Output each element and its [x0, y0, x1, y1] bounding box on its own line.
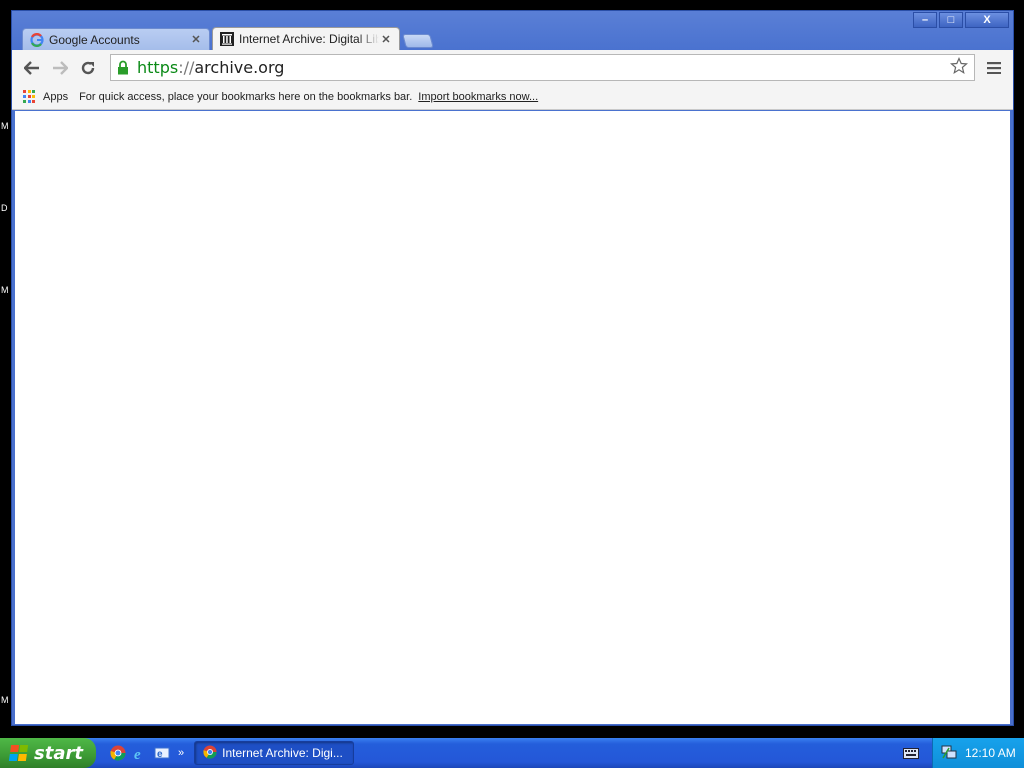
- close-tab-icon[interactable]: ✕: [379, 33, 393, 46]
- maximize-button[interactable]: □: [939, 12, 963, 28]
- google-g-icon: [29, 32, 45, 48]
- taskbar-item-label: Internet Archive: Digi...: [222, 746, 343, 760]
- url-separator: ://: [178, 58, 195, 77]
- close-tab-icon[interactable]: ✕: [189, 33, 203, 46]
- bookmarks-bar: Apps For quick access, place your bookma…: [12, 85, 1013, 110]
- minimize-button[interactable]: –: [913, 12, 937, 28]
- quick-launch: e e »: [110, 745, 184, 761]
- back-arrow-icon[interactable]: [18, 55, 46, 81]
- svg-text:e: e: [157, 749, 163, 760]
- reload-icon[interactable]: [74, 55, 102, 81]
- new-tab-button[interactable]: [402, 34, 434, 48]
- desktop-icon-label: D: [1, 203, 8, 213]
- window-controls: – □ X: [913, 12, 1009, 28]
- star-icon[interactable]: [950, 56, 968, 79]
- tab-internet-archive[interactable]: Internet Archive: Digital Library ✕: [212, 27, 400, 50]
- quick-launch-chevron[interactable]: »: [178, 747, 184, 759]
- archive-columns-icon: [219, 31, 235, 47]
- apps-shortcut[interactable]: Apps: [43, 91, 68, 103]
- lock-icon: [117, 60, 131, 76]
- desktop-icon-label: M: [1, 121, 9, 131]
- taskbar-item-browser[interactable]: Internet Archive: Digi...: [194, 741, 355, 765]
- clock[interactable]: 12:10 AM: [965, 746, 1016, 760]
- hamburger-menu-icon[interactable]: [981, 55, 1007, 81]
- internet-explorer-icon[interactable]: e: [132, 745, 148, 761]
- network-icon[interactable]: [941, 744, 957, 763]
- url-host: archive.org: [194, 58, 285, 77]
- browser-toolbar: https :// archive.org: [12, 50, 1013, 85]
- tab-google-accounts[interactable]: Google Accounts ✕: [22, 28, 210, 50]
- address-bar[interactable]: https :// archive.org: [110, 54, 975, 81]
- tab-title: Internet Archive: Digital Library: [239, 32, 379, 46]
- taskbar: start e e » Internet Archive: Digi... 12…: [0, 738, 1024, 768]
- close-window-button[interactable]: X: [965, 12, 1009, 28]
- start-label: start: [34, 742, 83, 764]
- tab-strip: Google Accounts ✕ Internet Archive: Digi…: [22, 27, 434, 50]
- chrome-icon: [203, 744, 217, 762]
- bookmarks-hint: For quick access, place your bookmarks h…: [79, 91, 413, 103]
- svg-text:e: e: [134, 747, 141, 761]
- desktop-icon-label: M: [1, 695, 9, 705]
- chrome-icon[interactable]: [110, 745, 126, 761]
- import-bookmarks-link[interactable]: Import bookmarks now...: [418, 91, 538, 103]
- start-button[interactable]: start: [0, 738, 96, 768]
- forward-arrow-icon[interactable]: [46, 55, 74, 81]
- tab-title: Google Accounts: [49, 32, 140, 47]
- desktop-icon-label: M: [1, 285, 9, 295]
- windows-flag-icon: [8, 745, 29, 761]
- outlook-express-icon[interactable]: e: [154, 745, 170, 761]
- browser-window: – □ X Google Accounts ✕ Internet Archive…: [11, 10, 1014, 726]
- keyboard-icon[interactable]: [903, 746, 919, 760]
- url-scheme: https: [137, 58, 179, 77]
- apps-grid-icon[interactable]: [23, 90, 37, 104]
- page-content[interactable]: [15, 111, 1010, 724]
- system-tray: 12:10 AM: [932, 738, 1024, 768]
